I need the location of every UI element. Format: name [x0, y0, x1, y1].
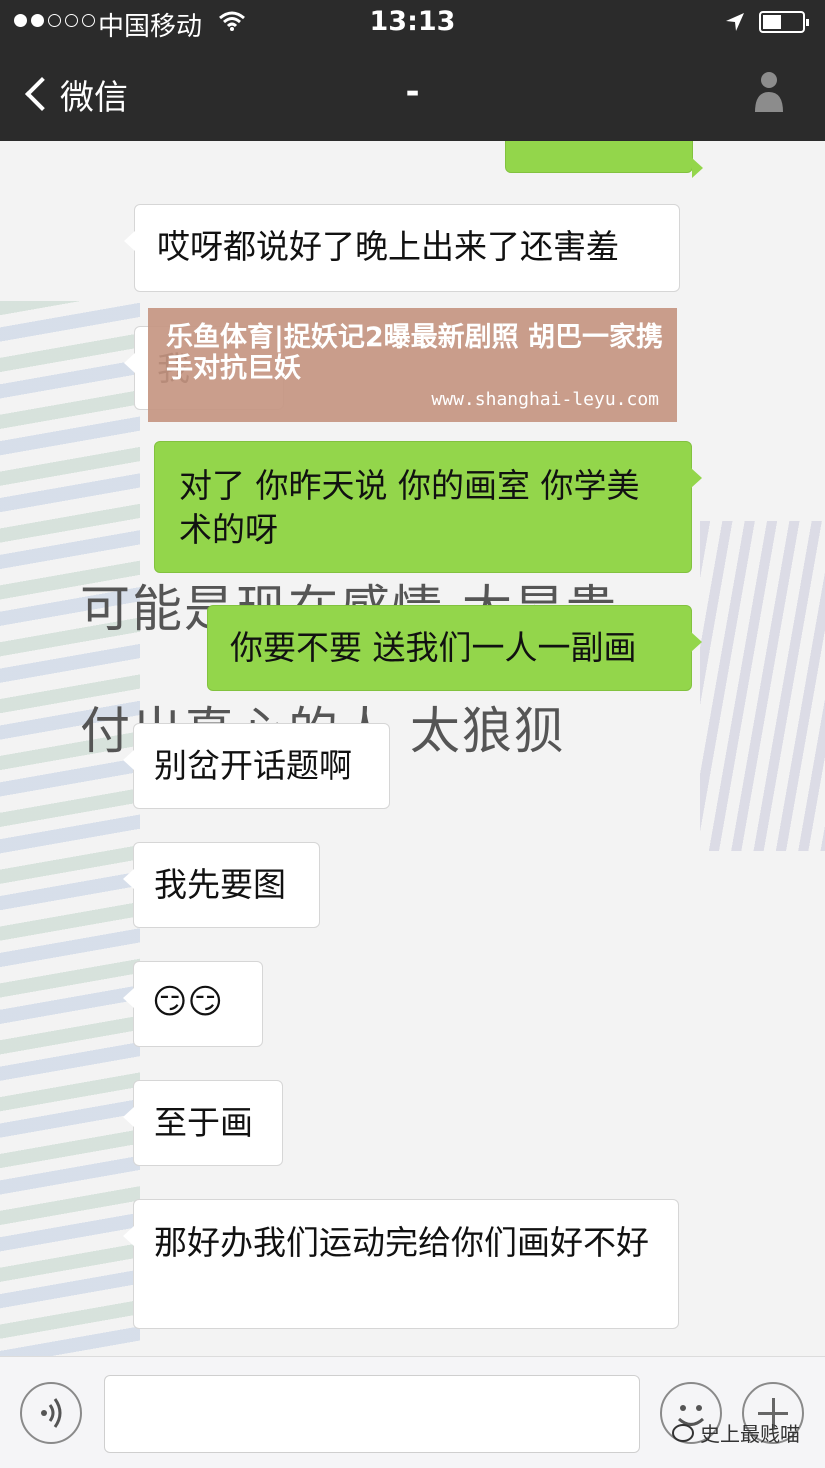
top-bar: 中国移动 13:13 微信 - [0, 0, 825, 141]
watermark-banner: 乐鱼体育|捉妖记2曝最新剧照 胡巴一家携手对抗巨妖 www.shanghai-l… [148, 308, 677, 422]
voice-icon [41, 1398, 62, 1428]
crayon-decoration [0, 301, 140, 1356]
message-text: 别岔开话题啊 [154, 746, 352, 785]
emoji-smirk-icon: 😏😏 [152, 982, 223, 1022]
location-arrow-icon [726, 13, 744, 31]
message-bubble-incoming[interactable]: 😏😏 [123, 961, 263, 1047]
message-text: 对了 你昨天说 你的画室 你学美术的呀 [179, 466, 640, 549]
message-text: 你要不要 送我们一人一副画 [230, 628, 637, 667]
contact-profile-icon[interactable] [752, 70, 786, 114]
watermark-title: 乐鱼体育|捉妖记2曝最新剧照 胡巴一家携手对抗巨妖 [166, 322, 664, 384]
message-text: 我先要图 [154, 865, 286, 904]
message-bubble-outgoing[interactable]: 你要不要 送我们一人一副画 [207, 605, 702, 691]
message-bubble-outgoing[interactable]: 对了 你昨天说 你的画室 你学美术的呀 [154, 441, 702, 573]
voice-button[interactable] [20, 1382, 82, 1444]
crayon-decoration [700, 521, 825, 851]
message-bubble-incoming[interactable]: 至于画 [123, 1080, 283, 1166]
chat-title: - [405, 72, 420, 112]
message-bubble-incoming[interactable]: 哎呀都说好了晚上出来了还害羞 [124, 204, 680, 292]
status-bar: 中国移动 13:13 [0, 0, 825, 46]
wechat-logo-icon [672, 1423, 694, 1442]
watermark-url: www.shanghai-leyu.com [431, 389, 659, 410]
message-text: 哎呀都说好了晚上出来了还害羞 [157, 227, 619, 266]
message-input[interactable] [104, 1375, 640, 1453]
message-bubble-incoming[interactable]: 别岔开话题啊 [123, 723, 390, 809]
message-text: 那好办我们运动完给你们画好不好 [154, 1223, 649, 1262]
message-bubble-outgoing[interactable] [505, 141, 703, 178]
status-time: 13:13 [369, 6, 456, 37]
message-bubble-incoming[interactable]: 我先要图 [123, 842, 320, 928]
battery-icon [759, 11, 809, 33]
message-text: 至于画 [154, 1103, 253, 1142]
account-watermark: 史上最贱喵 [672, 1418, 800, 1447]
input-bar [0, 1356, 825, 1468]
account-watermark-text: 史上最贱喵 [700, 1422, 800, 1446]
message-bubble-incoming[interactable]: 那好办我们运动完给你们画好不好 [123, 1199, 679, 1329]
